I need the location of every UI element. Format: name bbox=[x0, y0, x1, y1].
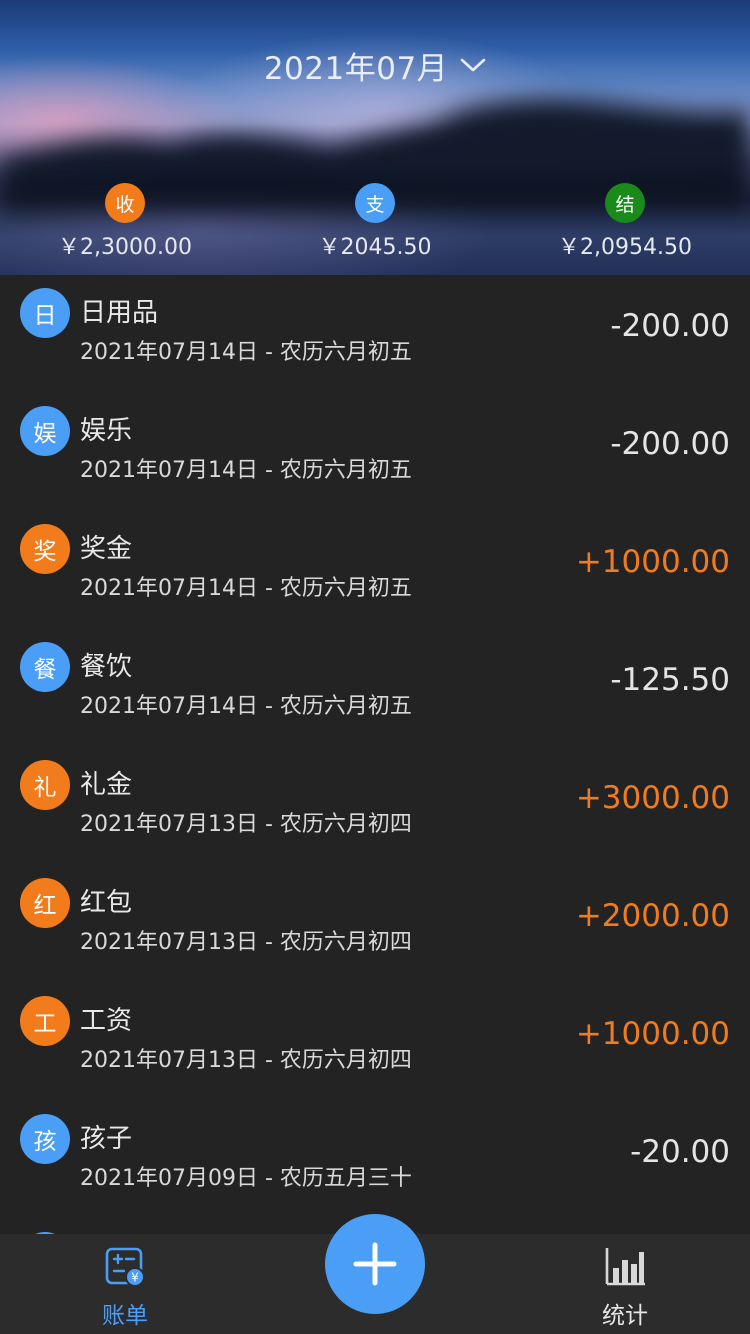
transaction-date: 2021年07月13日 - 农历六月初四 bbox=[80, 812, 412, 837]
transaction-date: 2021年07月09日 - 农历五月三十 bbox=[80, 1166, 412, 1191]
add-transaction-button[interactable] bbox=[325, 1214, 425, 1314]
category-name: 孩子 bbox=[80, 1124, 133, 1154]
transaction-row[interactable]: 工 工资 2021年07月13日 - 农历六月初四 +1000.00 bbox=[0, 988, 750, 1106]
expense-summary: 支 ￥2045.50 bbox=[250, 183, 500, 261]
header-banner: 2021年07月 收 ￥2,3000.00 支 ￥2045.50 结 ￥2,09… bbox=[0, 0, 750, 275]
bar-chart-icon bbox=[605, 1248, 645, 1286]
category-name: 奖金 bbox=[80, 534, 133, 564]
tab-bill[interactable]: ¥ 账单 bbox=[50, 1234, 200, 1334]
transaction-date: 2021年07月13日 - 农历六月初四 bbox=[80, 1048, 412, 1073]
category-icon: 孩 bbox=[20, 1114, 70, 1164]
month-title[interactable]: 2021年07月 bbox=[264, 43, 448, 88]
transaction-date: 2021年07月14日 - 农历六月初五 bbox=[80, 576, 412, 601]
bill-icon: ¥ bbox=[105, 1247, 145, 1287]
tab-stats-label: 统计 bbox=[602, 1303, 648, 1329]
transaction-amount: -200.00 bbox=[610, 308, 730, 344]
expense-badge: 支 bbox=[355, 183, 395, 223]
category-name: 日用品 bbox=[80, 298, 159, 328]
category-icon: 工 bbox=[20, 996, 70, 1046]
transaction-row[interactable]: 日 日用品 2021年07月14日 - 农历六月初五 -200.00 bbox=[0, 280, 750, 398]
transaction-amount: -20.00 bbox=[630, 1134, 730, 1170]
category-name: 红包 bbox=[80, 888, 133, 918]
category-name: 餐饮 bbox=[80, 652, 133, 682]
category-icon: 娱 bbox=[20, 406, 70, 456]
category-icon: 奖 bbox=[20, 524, 70, 574]
plus-icon bbox=[353, 1242, 397, 1286]
transaction-amount: +3000.00 bbox=[575, 780, 730, 816]
category-name: 工资 bbox=[80, 1006, 133, 1036]
balance-badge: 结 bbox=[605, 183, 645, 223]
tab-bill-label: 账单 bbox=[102, 1303, 148, 1329]
balance-amount: ￥2,0954.50 bbox=[558, 235, 692, 260]
category-icon: 餐 bbox=[20, 642, 70, 692]
transaction-amount: -200.00 bbox=[610, 426, 730, 462]
chevron-down-icon[interactable] bbox=[460, 57, 486, 73]
transaction-row[interactable]: 红 红包 2021年07月13日 - 农历六月初四 +2000.00 bbox=[0, 870, 750, 988]
tab-stats[interactable]: 统计 bbox=[550, 1234, 700, 1334]
transaction-amount: -125.50 bbox=[610, 662, 730, 698]
transaction-row[interactable]: 奖 奖金 2021年07月14日 - 农历六月初五 +1000.00 bbox=[0, 516, 750, 634]
transaction-row[interactable]: 礼 礼金 2021年07月13日 - 农历六月初四 +3000.00 bbox=[0, 752, 750, 870]
transaction-amount: +2000.00 bbox=[575, 898, 730, 934]
transaction-row[interactable]: 娱 娱乐 2021年07月14日 - 农历六月初五 -200.00 bbox=[0, 398, 750, 516]
month-selector[interactable]: 2021年07月 bbox=[0, 40, 750, 90]
income-badge: 收 bbox=[105, 183, 145, 223]
transaction-list[interactable]: 日 日用品 2021年07月14日 - 农历六月初五 -200.00 娱 娱乐 … bbox=[0, 280, 750, 1234]
category-name: 娱乐 bbox=[80, 416, 133, 446]
transaction-date: 2021年07月13日 - 农历六月初四 bbox=[80, 930, 412, 955]
transaction-row[interactable]: 孩 孩子 2021年07月09日 - 农历五月三十 -20.00 bbox=[0, 1106, 750, 1224]
category-icon: 日 bbox=[20, 288, 70, 338]
transaction-amount: +1000.00 bbox=[575, 544, 730, 580]
balance-summary: 结 ￥2,0954.50 bbox=[500, 183, 750, 261]
transaction-date: 2021年07月14日 - 农历六月初五 bbox=[80, 458, 412, 483]
expense-amount: ￥2045.50 bbox=[318, 235, 432, 260]
category-icon: 礼 bbox=[20, 760, 70, 810]
income-amount: ￥2,3000.00 bbox=[58, 235, 192, 260]
category-name: 礼金 bbox=[80, 770, 133, 800]
svg-text:¥: ¥ bbox=[131, 1271, 139, 1285]
transaction-date: 2021年07月14日 - 农历六月初五 bbox=[80, 340, 412, 365]
category-icon: 红 bbox=[20, 878, 70, 928]
income-summary: 收 ￥2,3000.00 bbox=[0, 183, 250, 261]
transaction-amount: +1000.00 bbox=[575, 1016, 730, 1052]
transaction-date: 2021年07月14日 - 农历六月初五 bbox=[80, 694, 412, 719]
transaction-row[interactable]: 餐 餐饮 2021年07月14日 - 农历六月初五 -125.50 bbox=[0, 634, 750, 752]
